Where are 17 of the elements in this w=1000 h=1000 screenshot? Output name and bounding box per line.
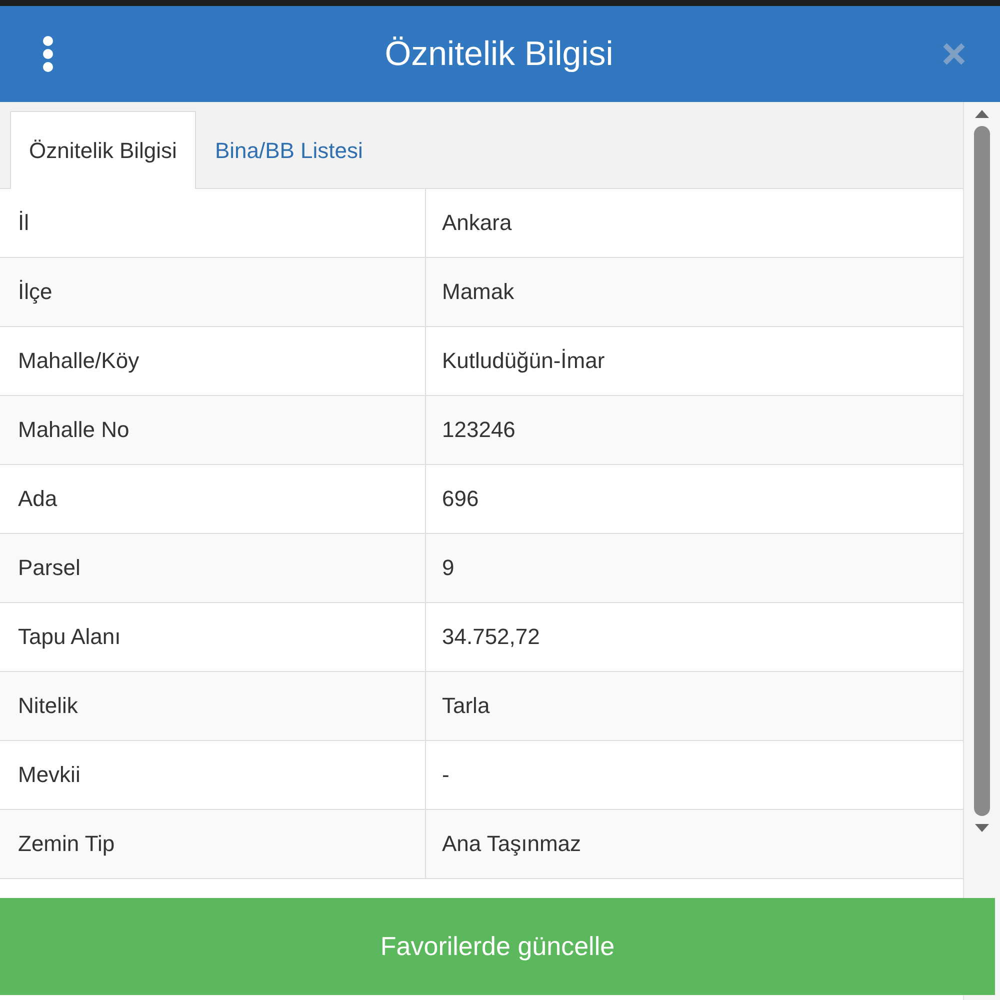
- table-cell-text: Ada: [17, 485, 58, 513]
- table-cell-text: Mevkii: [17, 761, 82, 789]
- scrollbar[interactable]: [963, 102, 1000, 1000]
- tab[interactable]: Öznitelik Bilgisi: [10, 111, 196, 189]
- table-cell-text: Parsel: [17, 554, 82, 582]
- table-cell-text: İl: [17, 209, 30, 237]
- update-favorites-button[interactable]: Favorilerde güncelle: [0, 898, 995, 995]
- table-cell-text: Mahalle/Köy: [17, 347, 140, 375]
- table-cell-text: İlçe: [17, 278, 54, 306]
- scroll-up-icon: [975, 110, 989, 118]
- window-title: Öznitelik Bilgisi: [384, 34, 614, 74]
- scroll-down-icon: [975, 824, 989, 832]
- table-cell-text: Mahalle No: [17, 416, 130, 444]
- tab[interactable]: Bina/BB Listesi: [196, 111, 382, 189]
- table-cell-text: Nitelik: [17, 692, 79, 720]
- table-cell-text: Tapu Alanı: [17, 623, 122, 651]
- table-cell-text: Zemin Tip: [17, 830, 116, 858]
